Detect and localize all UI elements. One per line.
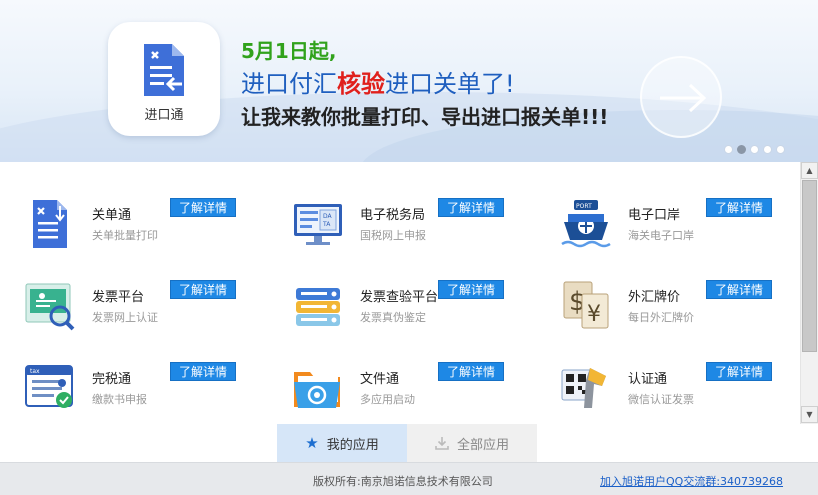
svg-text:DA: DA	[323, 213, 333, 220]
scroll-up-arrow-icon[interactable]: ▲	[801, 162, 818, 179]
app-item[interactable]: tax 完税通 缴款书申报 了解详情	[24, 362, 284, 424]
app-name: 发票查验平台	[360, 290, 439, 305]
app-desc: 微信认证发票	[628, 393, 694, 406]
app-name: 完税通	[92, 372, 132, 387]
app-item[interactable]: 认证通 微信认证发票 了解详情	[560, 362, 800, 424]
banner-dot-active[interactable]	[737, 145, 746, 154]
app-item[interactable]: 文件通 多应用启动 了解详情	[292, 362, 552, 424]
headline-date: 5月1日起,	[241, 39, 337, 63]
app-desc: 多应用启动	[360, 393, 415, 406]
headline-main: 进口付汇核验进口关单了!	[241, 66, 608, 102]
scanner-icon	[561, 368, 606, 408]
promo-banner[interactable]: 进口通 5月1日起, 进口付汇核验进口关单了! 让我来教你批量打印、导出进口报关…	[0, 0, 818, 162]
customs-doc-icon	[33, 200, 67, 248]
banner-dot[interactable]	[724, 145, 733, 154]
app-desc: 每日外汇牌价	[628, 311, 694, 324]
headline-sub: 让我来教你批量打印、导出进口报关单!!!	[241, 105, 609, 129]
app-name: 电子税务局	[360, 208, 426, 223]
app-desc: 国税网上申报	[360, 229, 426, 242]
invoice-search-icon	[25, 283, 75, 331]
tab-all-apps[interactable]: 全部应用	[407, 424, 537, 462]
app-item[interactable]: 发票平台 发票网上认证 了解详情	[24, 280, 284, 346]
headline-main-post: 进口关单了!	[385, 70, 515, 98]
banner-app-card[interactable]: 进口通	[108, 22, 220, 136]
scroll-down-arrow-icon[interactable]: ▼	[801, 406, 818, 423]
app-desc: 发票网上认证	[92, 311, 158, 324]
svg-text:TA: TA	[322, 221, 331, 228]
banner-next-button[interactable]	[640, 56, 722, 138]
app-tabs: ★ 我的应用 全部应用	[0, 424, 818, 462]
invoice-stack-icon	[296, 288, 340, 326]
tab-all-apps-label: 全部应用	[456, 437, 509, 453]
currency-icon: $ ¥	[563, 281, 609, 329]
detail-button[interactable]: 了解详情	[706, 280, 772, 299]
tax-monitor-icon: DA TA	[294, 204, 342, 245]
port-ship-icon: PORT	[561, 200, 611, 248]
banner-app-name: 进口通	[144, 108, 184, 123]
arrow-right-icon	[660, 83, 707, 113]
download-icon	[435, 437, 449, 450]
banner-headline: 5月1日起, 进口付汇核验进口关单了! 让我来教你批量打印、导出进口报关单!!!	[241, 36, 608, 132]
app-item[interactable]: $ ¥ 外汇牌价 每日外汇牌价 了解详情	[560, 280, 800, 346]
svg-text:¥: ¥	[587, 302, 601, 327]
app-desc: 关单批量打印	[92, 229, 158, 242]
detail-button[interactable]: 了解详情	[438, 198, 504, 217]
headline-main-pre: 进口付汇	[241, 70, 337, 98]
svg-text:PORT: PORT	[576, 203, 592, 210]
app-item[interactable]: PORT 电子口岸 海关电子口岸 了解详情	[560, 198, 800, 264]
detail-button[interactable]: 了解详情	[170, 362, 236, 381]
detail-button[interactable]: 了解详情	[170, 198, 236, 217]
tab-my-apps[interactable]: ★ 我的应用	[277, 424, 407, 462]
detail-button[interactable]: 了解详情	[706, 198, 772, 217]
banner-dot[interactable]	[776, 145, 785, 154]
tax-calendar-icon: tax	[25, 365, 73, 408]
app-desc: 海关电子口岸	[628, 229, 694, 242]
headline-highlight: 核验	[337, 70, 385, 98]
svg-text:tax: tax	[30, 368, 40, 375]
app-grid: 关单通 关单批量打印 了解详情 DA TA 电子税务局 国税网上申报 了解详情 …	[0, 162, 800, 424]
vertical-scrollbar[interactable]: ▲ ▼	[800, 162, 818, 424]
detail-button[interactable]: 了解详情	[438, 280, 504, 299]
star-icon: ★	[305, 433, 319, 452]
app-name: 外汇牌价	[628, 290, 681, 305]
detail-button[interactable]: 了解详情	[706, 362, 772, 381]
scroll-thumb[interactable]	[802, 180, 817, 352]
copyright-text: 版权所有:南京旭诺信息技术有限公司	[313, 475, 493, 488]
app-item[interactable]: 发票查验平台 发票真伪鉴定 了解详情	[292, 280, 552, 346]
folder-icon	[294, 372, 340, 408]
app-name: 认证通	[628, 372, 668, 387]
detail-button[interactable]: 了解详情	[438, 362, 504, 381]
detail-button[interactable]: 了解详情	[170, 280, 236, 299]
banner-dot[interactable]	[763, 145, 772, 154]
app-item[interactable]: DA TA 电子税务局 国税网上申报 了解详情	[292, 198, 552, 264]
app-name: 电子口岸	[628, 208, 681, 223]
footer: 版权所有:南京旭诺信息技术有限公司 加入旭诺用户QQ交流群:340739268	[0, 462, 818, 495]
banner-pagination	[724, 145, 785, 154]
app-desc: 缴款书申报	[92, 393, 147, 406]
app-name: 文件通	[360, 372, 400, 387]
import-doc-icon	[144, 44, 184, 96]
app-desc: 发票真伪鉴定	[360, 311, 426, 324]
tab-my-apps-label: 我的应用	[326, 437, 379, 453]
app-item[interactable]: 关单通 关单批量打印 了解详情	[24, 198, 284, 264]
app-name: 发票平台	[92, 290, 145, 305]
qq-group-link[interactable]: 加入旭诺用户QQ交流群:340739268	[600, 473, 783, 489]
banner-dot[interactable]	[750, 145, 759, 154]
app-name: 关单通	[92, 208, 132, 223]
